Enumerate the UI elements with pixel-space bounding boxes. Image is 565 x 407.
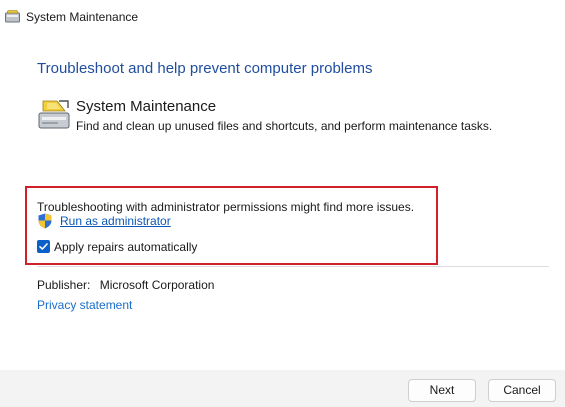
tool-name: System Maintenance bbox=[76, 98, 217, 115]
page-heading: Troubleshoot and help prevent computer p… bbox=[37, 60, 373, 77]
publisher-info: Publisher: Microsoft Corporation bbox=[37, 278, 214, 292]
section-divider bbox=[37, 266, 549, 267]
publisher-label: Publisher: bbox=[37, 278, 91, 292]
privacy-statement-link[interactable]: Privacy statement bbox=[37, 298, 132, 312]
system-maintenance-icon bbox=[38, 100, 70, 129]
uac-shield-icon bbox=[38, 213, 52, 229]
title-bar: System Maintenance bbox=[0, 0, 565, 34]
tool-description: Find and clean up unused files and short… bbox=[76, 119, 493, 133]
apply-repairs-checkbox[interactable] bbox=[37, 240, 50, 253]
apply-repairs-label[interactable]: Apply repairs automatically bbox=[54, 240, 197, 254]
cancel-button[interactable]: Cancel bbox=[488, 379, 556, 402]
checkmark-icon bbox=[39, 243, 48, 250]
window-title: System Maintenance bbox=[26, 10, 139, 24]
next-button[interactable]: Next bbox=[408, 379, 476, 402]
system-maintenance-icon bbox=[5, 10, 20, 23]
admin-info-text: Troubleshooting with administrator permi… bbox=[37, 200, 415, 214]
publisher-value: Microsoft Corporation bbox=[99, 278, 215, 292]
run-as-administrator-link[interactable]: Run as administrator bbox=[60, 214, 171, 228]
footer-bar bbox=[0, 370, 565, 407]
